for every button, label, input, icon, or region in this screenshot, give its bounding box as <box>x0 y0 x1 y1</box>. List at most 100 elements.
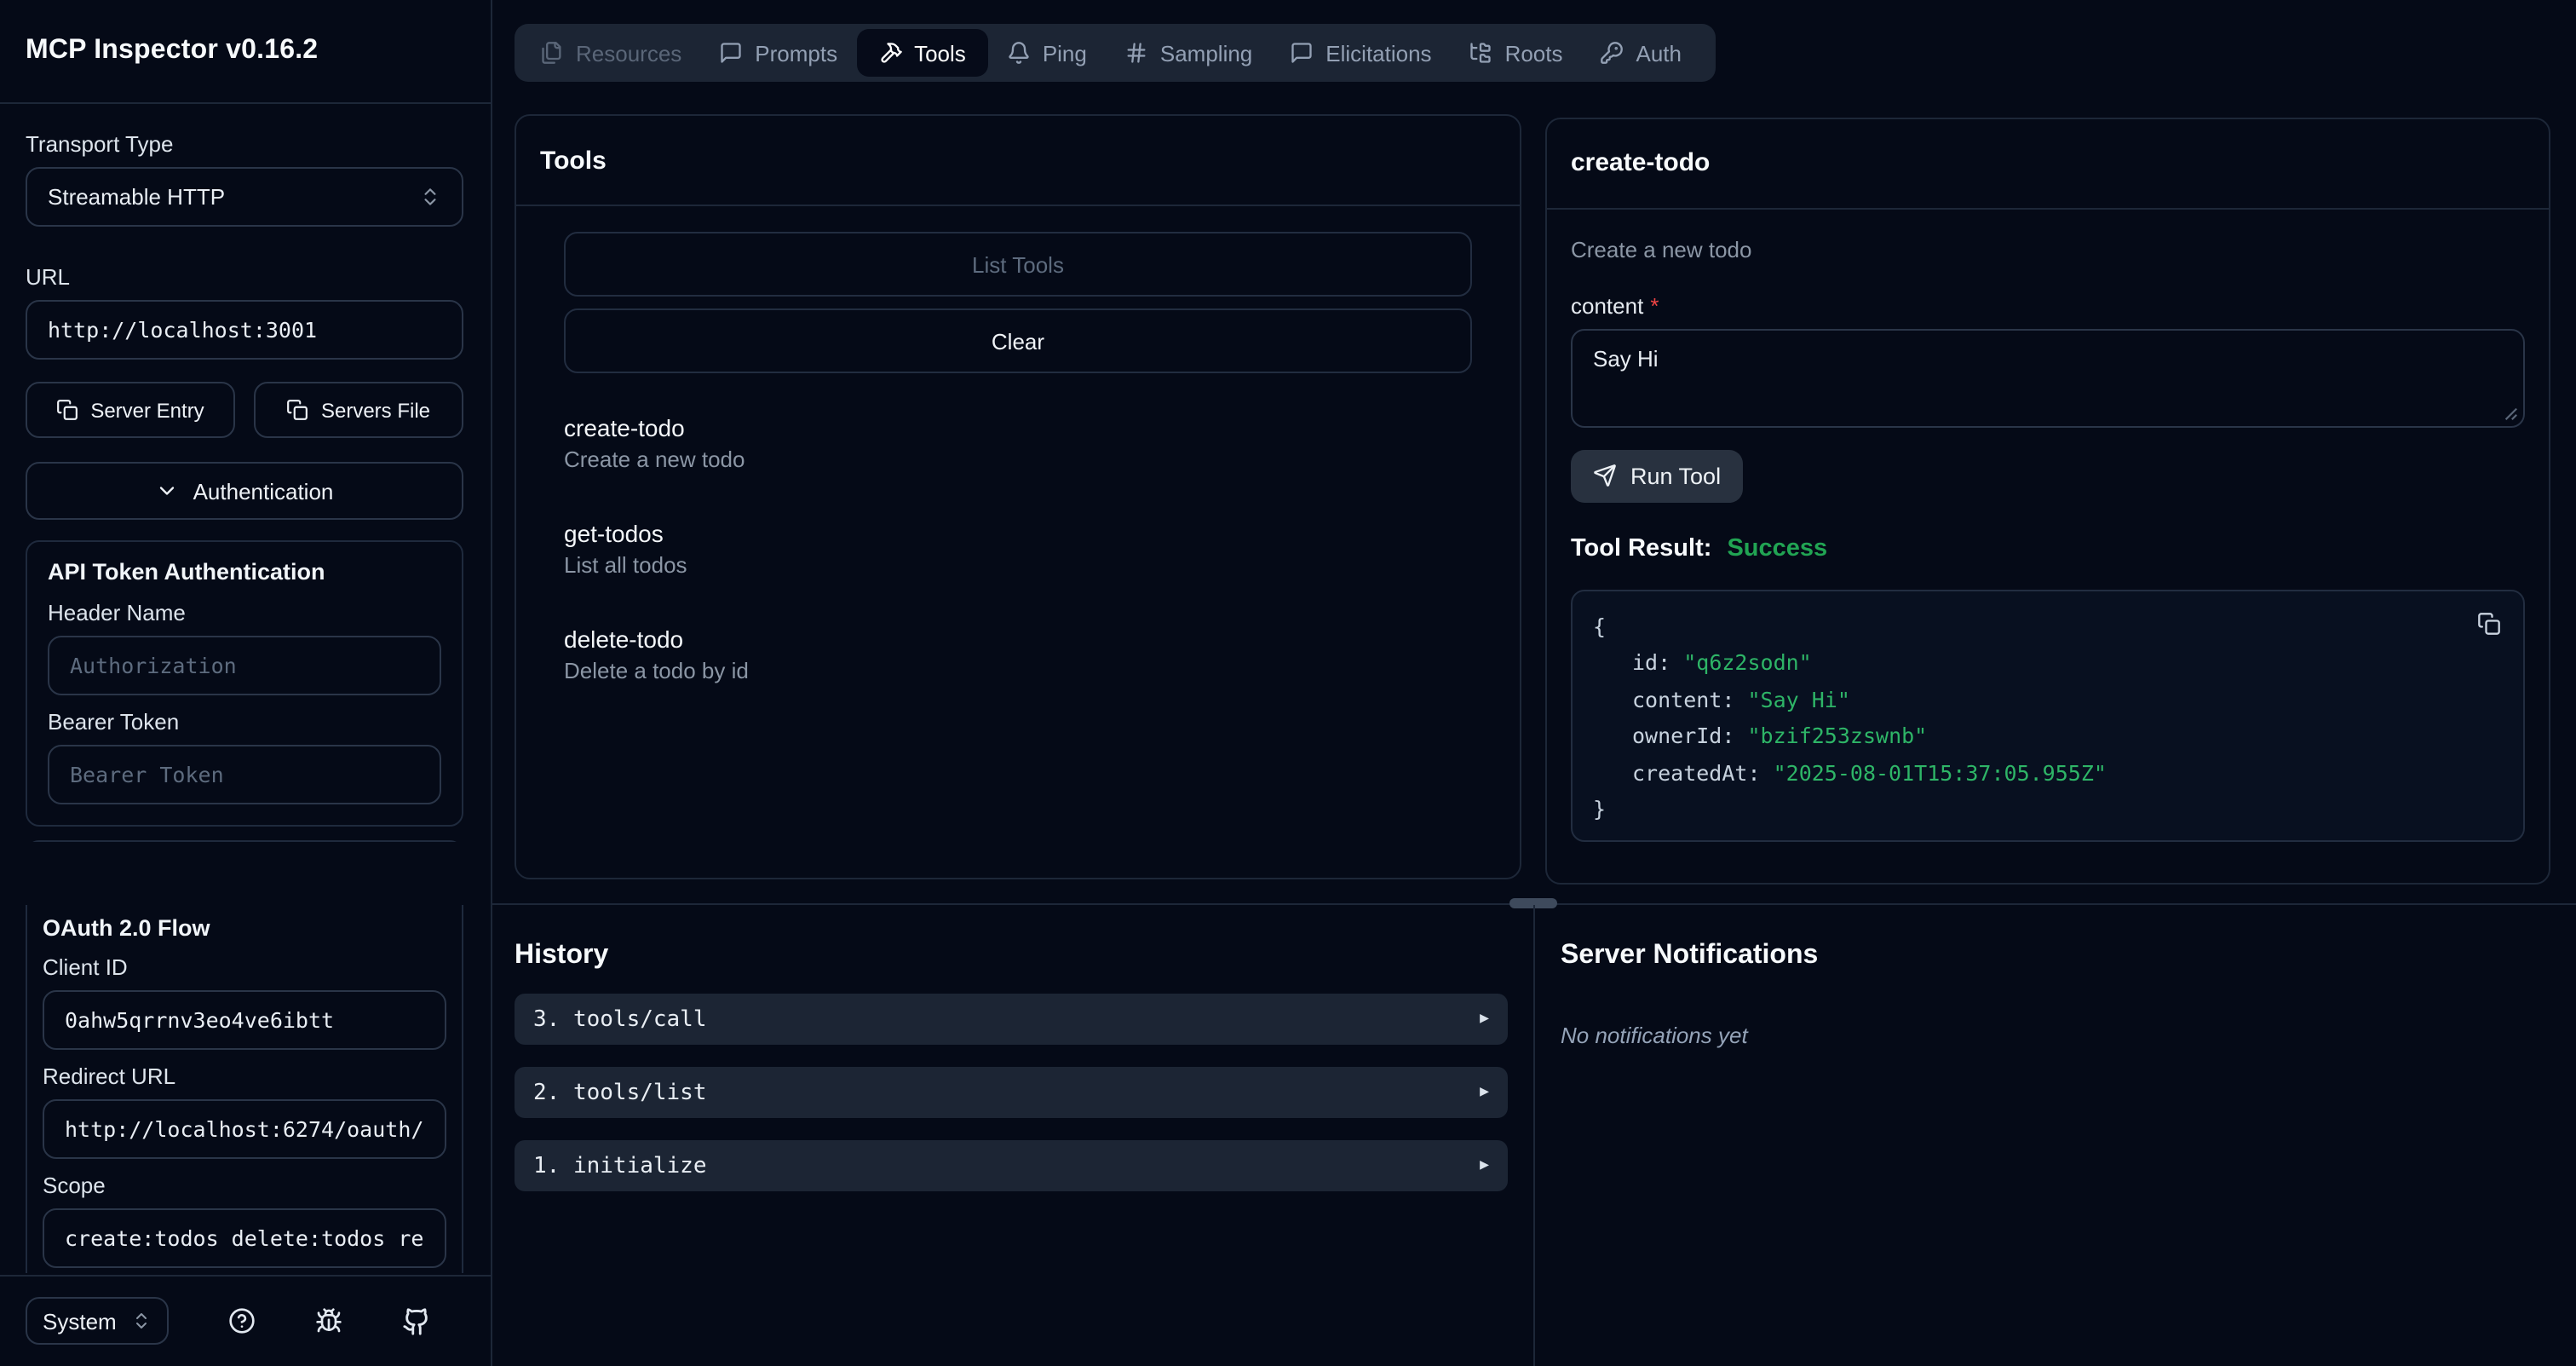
authentication-toggle[interactable]: Authentication <box>26 462 463 520</box>
key-icon <box>1601 41 1624 65</box>
github-icon <box>402 1306 431 1335</box>
vertical-splitter[interactable] <box>1533 905 1535 1366</box>
bearer-token-input[interactable] <box>48 745 441 804</box>
content-field-label: content* <box>1571 292 2525 318</box>
json-entry: content: "Say Hi" <box>1593 681 2503 718</box>
message-square-icon <box>719 41 743 65</box>
history-title: History <box>515 941 1508 971</box>
oauth-flow-card: OAuth 2.0 Flow Client ID Redirect URL Sc… <box>26 905 463 1273</box>
tool-description: Create a new todo <box>564 447 1472 472</box>
json-entry: ownerId: "bzif253zswnb" <box>1593 718 2503 754</box>
history-item-label: 3. tools/call <box>533 1006 707 1032</box>
tool-detail-title: create-todo <box>1571 148 1710 177</box>
help-circle-icon <box>228 1307 256 1334</box>
oauth-flow-title: OAuth 2.0 Flow <box>43 915 446 941</box>
main-tab-bar: Resources Prompts Tools Ping Sampling El… <box>515 24 1716 82</box>
tab-prompts[interactable]: Prompts <box>700 29 856 77</box>
scope-input[interactable] <box>43 1208 446 1268</box>
tool-description: List all todos <box>564 552 1472 578</box>
transport-type-value: Streamable HTTP <box>48 184 225 210</box>
tab-label: Ping <box>1043 40 1087 66</box>
transport-type-label: Transport Type <box>26 131 463 157</box>
tab-label: Auth <box>1636 40 1682 66</box>
clear-tools-button[interactable]: Clear <box>564 308 1472 373</box>
chevrons-up-down-icon <box>419 186 441 208</box>
tool-list-item[interactable]: create-todo Create a new todo <box>564 414 1472 472</box>
tab-resources[interactable]: Resources <box>521 29 700 77</box>
server-entry-button[interactable]: Server Entry <box>26 382 235 438</box>
scope-label: Scope <box>43 1173 446 1198</box>
tab-label: Sampling <box>1160 40 1252 66</box>
header-name-label: Header Name <box>48 600 441 625</box>
server-notifications-title: Server Notifications <box>1561 941 2559 971</box>
tab-label: Roots <box>1505 40 1563 66</box>
tool-result-row: Tool Result: Success <box>1571 534 2525 562</box>
sidebar: MCP Inspector v0.16.2 Transport Type Str… <box>0 0 492 1366</box>
run-tool-button[interactable]: Run Tool <box>1571 449 1743 502</box>
github-button[interactable] <box>402 1306 431 1335</box>
server-entry-label: Server Entry <box>90 398 204 422</box>
client-id-label: Client ID <box>43 954 446 980</box>
url-input[interactable] <box>26 300 463 360</box>
api-token-card: API Token Authentication Header Name Bea… <box>26 540 463 827</box>
api-token-title: API Token Authentication <box>48 559 441 585</box>
report-bug-button[interactable] <box>315 1307 342 1334</box>
chevrons-up-down-icon <box>131 1311 152 1331</box>
send-icon <box>1593 464 1617 487</box>
theme-select[interactable]: System <box>26 1297 169 1345</box>
copy-result-button[interactable] <box>2477 611 2501 635</box>
tool-result-label: Tool Result: <box>1571 534 1711 562</box>
tab-tools[interactable]: Tools <box>856 29 988 77</box>
header-name-input[interactable] <box>48 636 441 695</box>
content-field-input[interactable]: Say Hi <box>1571 328 2525 427</box>
copy-icon <box>56 399 78 421</box>
history-panel: History 3. tools/call ▶ 2. tools/list ▶ … <box>515 905 1508 1191</box>
resize-handle-icon[interactable] <box>2503 405 2518 420</box>
copy-icon <box>287 399 309 421</box>
tools-panel: Tools List Tools Clear create-todo Creat… <box>515 114 1521 879</box>
servers-file-button[interactable]: Servers File <box>254 382 463 438</box>
expand-caret-icon: ▶ <box>1480 1157 1489 1174</box>
tool-result-status: Success <box>1727 534 1827 562</box>
server-notifications-panel: Server Notifications No notifications ye… <box>1561 905 2559 1048</box>
servers-file-label: Servers File <box>321 398 430 422</box>
tab-label: Prompts <box>755 40 837 66</box>
tool-list: create-todo Create a new todo get-todos … <box>564 414 1472 683</box>
tool-name: create-todo <box>564 414 1472 441</box>
tab-elicitations[interactable]: Elicitations <box>1271 29 1450 77</box>
redirect-url-input[interactable] <box>43 1099 446 1159</box>
tool-detail-panel: create-todo Create a new todo content* S… <box>1545 117 2550 885</box>
content-field-value: Say Hi <box>1593 345 1659 371</box>
history-item[interactable]: 3. tools/call ▶ <box>515 994 1508 1045</box>
sidebar-footer: System <box>0 1274 491 1366</box>
history-item-label: 1. initialize <box>533 1153 707 1179</box>
sidebar-header: MCP Inspector v0.16.2 <box>0 0 491 104</box>
help-button[interactable] <box>228 1307 256 1334</box>
chevron-down-icon <box>156 479 180 503</box>
tab-sampling[interactable]: Sampling <box>1106 29 1271 77</box>
theme-select-value: System <box>43 1308 117 1334</box>
message-square-icon <box>1290 41 1314 65</box>
tab-label: Resources <box>576 40 681 66</box>
list-tools-button[interactable]: List Tools <box>564 232 1472 297</box>
transport-type-select[interactable]: Streamable HTTP <box>26 167 463 227</box>
tab-roots[interactable]: Roots <box>1451 29 1582 77</box>
tool-list-item[interactable]: get-todos List all todos <box>564 520 1472 578</box>
json-entry: id: "q6z2sodn" <box>1593 644 2503 681</box>
history-item[interactable]: 2. tools/list ▶ <box>515 1067 1508 1118</box>
bell-icon <box>1007 41 1031 65</box>
url-label: URL <box>26 264 463 290</box>
tab-ping[interactable]: Ping <box>988 29 1106 77</box>
tool-result-json: { id: "q6z2sodn" content: "Say Hi" owner… <box>1571 589 2525 841</box>
client-id-input[interactable] <box>43 990 446 1050</box>
files-icon <box>540 41 564 65</box>
folder-tree-icon <box>1469 41 1493 65</box>
history-item[interactable]: 1. initialize ▶ <box>515 1140 1508 1191</box>
tools-panel-title: Tools <box>540 146 607 175</box>
tool-list-item[interactable]: delete-todo Delete a todo by id <box>564 625 1472 683</box>
bug-icon <box>315 1307 342 1334</box>
tool-detail-header: create-todo <box>1547 118 2549 209</box>
history-item-label: 2. tools/list <box>533 1080 707 1105</box>
tab-auth[interactable]: Auth <box>1582 29 1701 77</box>
json-entry: createdAt: "2025-08-01T15:37:05.955Z" <box>1593 754 2503 791</box>
